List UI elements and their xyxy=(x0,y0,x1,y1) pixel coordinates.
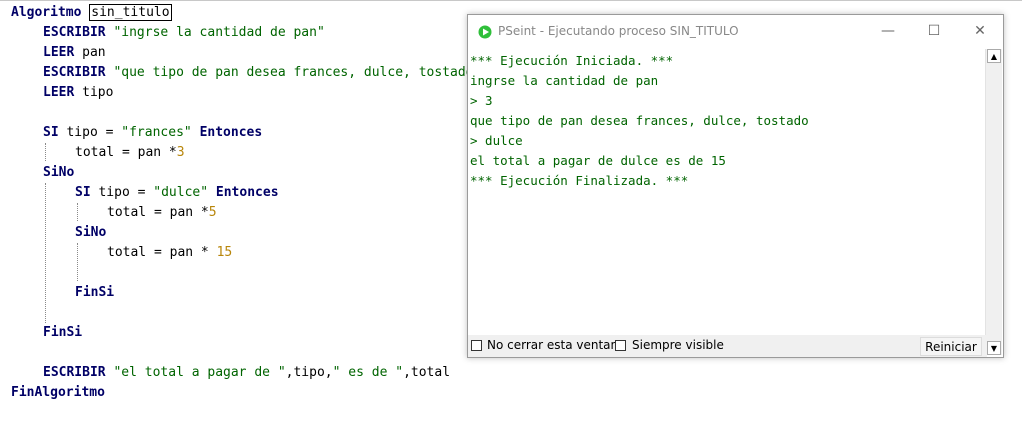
reiniciar-button[interactable]: Reiniciar xyxy=(920,337,982,356)
code-line: SI tipo = "frances" Entonces xyxy=(43,123,262,143)
code-line: FinSi xyxy=(43,323,82,343)
console-window[interactable]: PSeint - Ejecutando proceso SIN_TITULO —… xyxy=(467,14,1004,358)
keyword: LEER xyxy=(43,45,75,60)
vertical-scrollbar[interactable]: ▲ ▼ xyxy=(985,49,1002,355)
expression: total = pan * xyxy=(107,245,217,260)
console-output[interactable]: *** Ejecución Iniciada. *** ingrse la ca… xyxy=(468,49,985,337)
indent-guide xyxy=(77,243,78,281)
code-line: ESCRIBIR "que tipo de pan desea frances,… xyxy=(43,63,481,83)
code-line: total = pan *3 xyxy=(75,143,185,163)
number-literal: 15 xyxy=(216,245,233,260)
output-line: *** Ejecución Iniciada. *** xyxy=(470,53,674,68)
scroll-up-icon[interactable]: ▲ xyxy=(987,49,1001,63)
code-line: Algoritmo sin_titulo xyxy=(11,3,172,23)
expression: tipo = xyxy=(98,185,154,200)
keyword: Algoritmo xyxy=(11,5,82,20)
expression: total = pan * xyxy=(75,145,177,160)
code-line: ESCRIBIR "ingrse la cantidad de pan" xyxy=(43,23,325,43)
keyword: FinAlgoritmo xyxy=(11,385,105,400)
output-line: ingrse la cantidad de pan xyxy=(470,73,659,88)
string-literal: "que tipo de pan desea frances, dulce, t… xyxy=(113,65,482,80)
string-literal: " es de " xyxy=(332,365,404,380)
no-cerrar-label: No cerrar esta ventana xyxy=(487,338,626,352)
keyword: SiNo xyxy=(75,225,107,240)
indent-guide xyxy=(45,183,46,323)
keyword: FinSi xyxy=(75,285,115,300)
string-literal: "ingrse la cantidad de pan" xyxy=(113,25,325,40)
keyword: Entonces xyxy=(199,125,263,140)
code-line: SiNo xyxy=(43,163,74,183)
keyword: SiNo xyxy=(43,165,75,180)
code-line: FinSi xyxy=(75,283,114,303)
title-bar[interactable]: PSeint - Ejecutando proceso SIN_TITULO —… xyxy=(468,15,1003,48)
identifier: tipo xyxy=(82,85,114,100)
output-line: el total a pagar de dulce es de 15 xyxy=(470,153,726,168)
keyword: FinSi xyxy=(43,325,83,340)
keyword: Entonces xyxy=(215,185,279,200)
keyword: ESCRIBIR xyxy=(43,65,106,80)
keyword: ESCRIBIR xyxy=(43,25,106,40)
indent-guide xyxy=(77,203,78,221)
output-line: *** Ejecución Finalizada. *** xyxy=(470,173,689,188)
code-line: total = pan *5 xyxy=(107,203,217,223)
minimize-button[interactable]: — xyxy=(873,21,903,41)
code-line: total = pan * 15 xyxy=(107,243,232,263)
code-line: SI tipo = "dulce" Entonces xyxy=(75,183,279,203)
number-literal: 5 xyxy=(208,205,217,220)
keyword: SI xyxy=(43,125,59,140)
code-line: LEER tipo xyxy=(43,83,113,103)
window-title: PSeint - Ejecutando proceso SIN_TITULO xyxy=(498,24,739,38)
no-cerrar-checkbox[interactable] xyxy=(471,340,482,351)
close-button[interactable]: ✕ xyxy=(965,21,995,41)
expression: ,total xyxy=(403,365,451,380)
string-literal: "dulce" xyxy=(153,185,209,200)
code-line: FinAlgoritmo xyxy=(11,383,105,403)
maximize-button[interactable]: ☐ xyxy=(919,21,949,41)
expression: total = pan * xyxy=(107,205,209,220)
expression: tipo = xyxy=(66,125,122,140)
string-literal: "frances" xyxy=(121,125,192,140)
console-footer: No cerrar esta ventana Siempre visible R… xyxy=(468,335,987,357)
keyword: SI xyxy=(75,185,91,200)
code-line: SiNo xyxy=(75,223,106,243)
play-icon xyxy=(478,25,492,39)
string-literal: "el total a pagar de " xyxy=(113,365,286,380)
number-literal: 3 xyxy=(176,145,185,160)
identifier: pan xyxy=(82,45,106,60)
scroll-down-icon[interactable]: ▼ xyxy=(987,341,1001,355)
output-line: > dulce xyxy=(470,133,523,148)
expression: ,tipo, xyxy=(285,365,333,380)
output-line: que tipo de pan desea frances, dulce, to… xyxy=(470,113,809,128)
indent-guide xyxy=(45,143,46,161)
keyword: LEER xyxy=(43,85,75,100)
output-line: > 3 xyxy=(470,93,493,108)
siempre-visible-checkbox[interactable] xyxy=(615,340,626,351)
algorithm-name: sin_titulo xyxy=(89,4,172,21)
code-line: LEER pan xyxy=(43,43,106,63)
keyword: ESCRIBIR xyxy=(43,365,106,380)
code-line: ESCRIBIR "el total a pagar de ",tipo," e… xyxy=(43,363,450,383)
siempre-visible-label: Siempre visible xyxy=(632,338,724,352)
